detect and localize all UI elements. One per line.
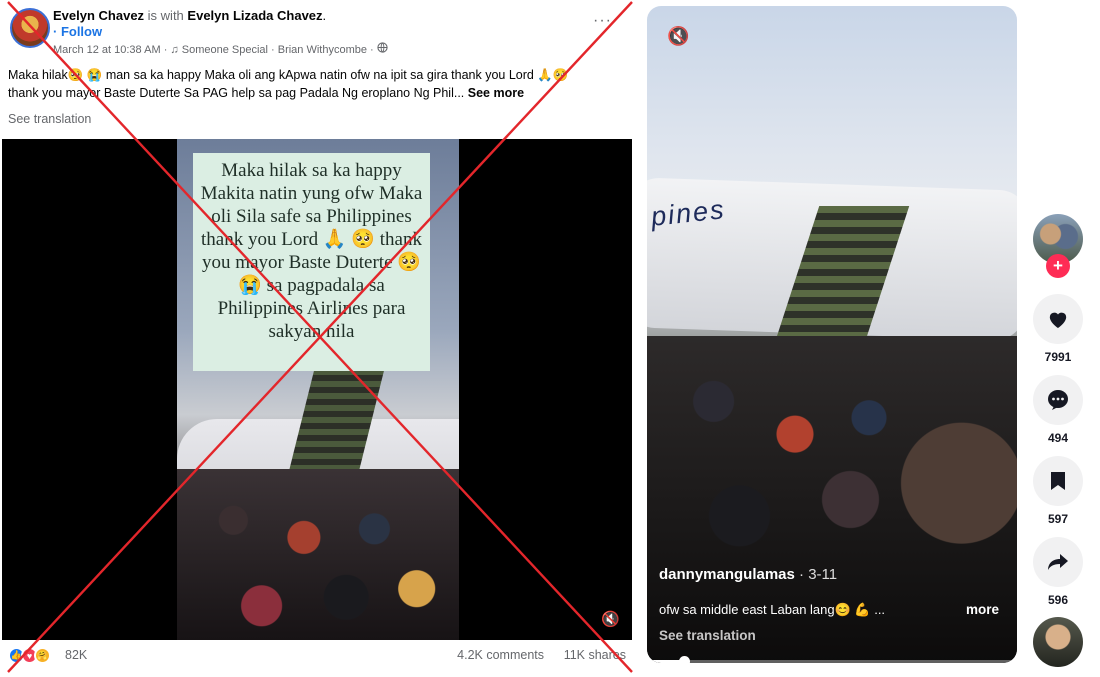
username-text[interactable]: dannymangulamas <box>659 566 795 583</box>
globe-icon <box>377 42 388 56</box>
audio-track[interactable]: Someone Special · Brian Withycombe <box>182 44 367 56</box>
reaction-icons[interactable]: 👍 ♥ 🤗 <box>8 647 51 664</box>
video-progress-bar[interactable] <box>647 656 1017 663</box>
heart-icon[interactable] <box>1033 294 1083 344</box>
mute-icon[interactable]: 🔇 <box>601 610 620 628</box>
care-reaction-icon: 🤗 <box>34 647 51 664</box>
follow-plus-button[interactable]: + <box>1046 254 1070 278</box>
music-disc-icon[interactable] <box>1033 617 1083 667</box>
action-rail: + 7991 494 597 596 <box>1030 212 1086 672</box>
shares-count[interactable]: 11K shares <box>564 648 626 662</box>
meta-separator: · <box>370 44 374 56</box>
post-footer: 👍 ♥ 🤗 82K 4.2K comments 11K shares <box>8 645 626 667</box>
post-header: Evelyn Chavez is with Evelyn Lizada Chav… <box>8 6 632 64</box>
meta-separator: · <box>163 44 168 56</box>
facebook-post: Evelyn Chavez is with Evelyn Lizada Chav… <box>0 0 640 677</box>
post-caption: Maka hilak🥺 😭 man sa ka happy Maka oli a… <box>8 66 618 102</box>
save-action[interactable]: 597 <box>1033 456 1083 526</box>
author-name[interactable]: Evelyn Chavez <box>53 8 144 23</box>
follow-link[interactable]: · Follow <box>53 24 102 40</box>
bookmark-icon[interactable] <box>1033 456 1083 506</box>
post-date: · 3-11 <box>794 566 838 583</box>
author-line: Evelyn Chavez is with Evelyn Lizada Chav… <box>53 8 326 24</box>
tagged-name[interactable]: Evelyn Lizada Chavez <box>187 8 322 23</box>
crowd-image <box>177 469 459 640</box>
like-action[interactable]: 7991 <box>1033 294 1083 364</box>
tagged-suffix: . <box>322 8 327 23</box>
save-count: 597 <box>1047 512 1069 526</box>
see-translation-link[interactable]: See translation <box>659 628 756 643</box>
post-video[interactable]: Maka hilak sa ka happy Makita natin yung… <box>2 139 632 640</box>
caption-line-2: thank you mayor Baste Duterte Sa PAG hel… <box>8 86 465 100</box>
share-action[interactable]: 596 <box>1033 537 1083 607</box>
creator-username[interactable]: dannymangulamas · 3-11 <box>659 566 837 583</box>
reaction-count[interactable]: 82K <box>65 648 87 662</box>
caption-more-link[interactable]: more <box>966 602 999 617</box>
post-timestamp[interactable]: March 12 at 10:38 AM <box>53 44 161 56</box>
see-more-link[interactable]: See more <box>468 86 524 100</box>
like-count: 7991 <box>1044 350 1072 364</box>
tiktok-video[interactable]: pines 🔇 dannymangulamas · 3-11 ofw sa mi… <box>647 6 1017 663</box>
share-count: 596 <box>1047 593 1069 607</box>
comment-count: 494 <box>1047 431 1069 445</box>
caption-line-1: Maka hilak🥺 😭 man sa ka happy Maka oli a… <box>8 68 569 82</box>
author-avatar[interactable] <box>10 8 50 48</box>
mute-icon[interactable]: 🔇 <box>667 26 689 47</box>
see-translation-link[interactable]: See translation <box>8 112 91 126</box>
more-options-icon[interactable]: ··· <box>593 12 612 30</box>
comment-icon[interactable] <box>1033 375 1083 425</box>
comments-count[interactable]: 4.2K comments <box>457 648 544 662</box>
music-note-icon: ♫ <box>170 44 179 56</box>
video-caption: ofw sa middle east Laban lang😊 💪 ... <box>659 602 886 617</box>
comment-action[interactable]: 494 <box>1033 375 1083 445</box>
post-meta: March 12 at 10:38 AM · ♫ Someone Special… <box>53 42 388 57</box>
progress-knob[interactable] <box>679 656 690 663</box>
share-arrow-icon[interactable] <box>1033 537 1083 587</box>
video-text-overlay: Maka hilak sa ka happy Makita natin yung… <box>193 153 430 371</box>
with-text: is with <box>147 8 184 23</box>
